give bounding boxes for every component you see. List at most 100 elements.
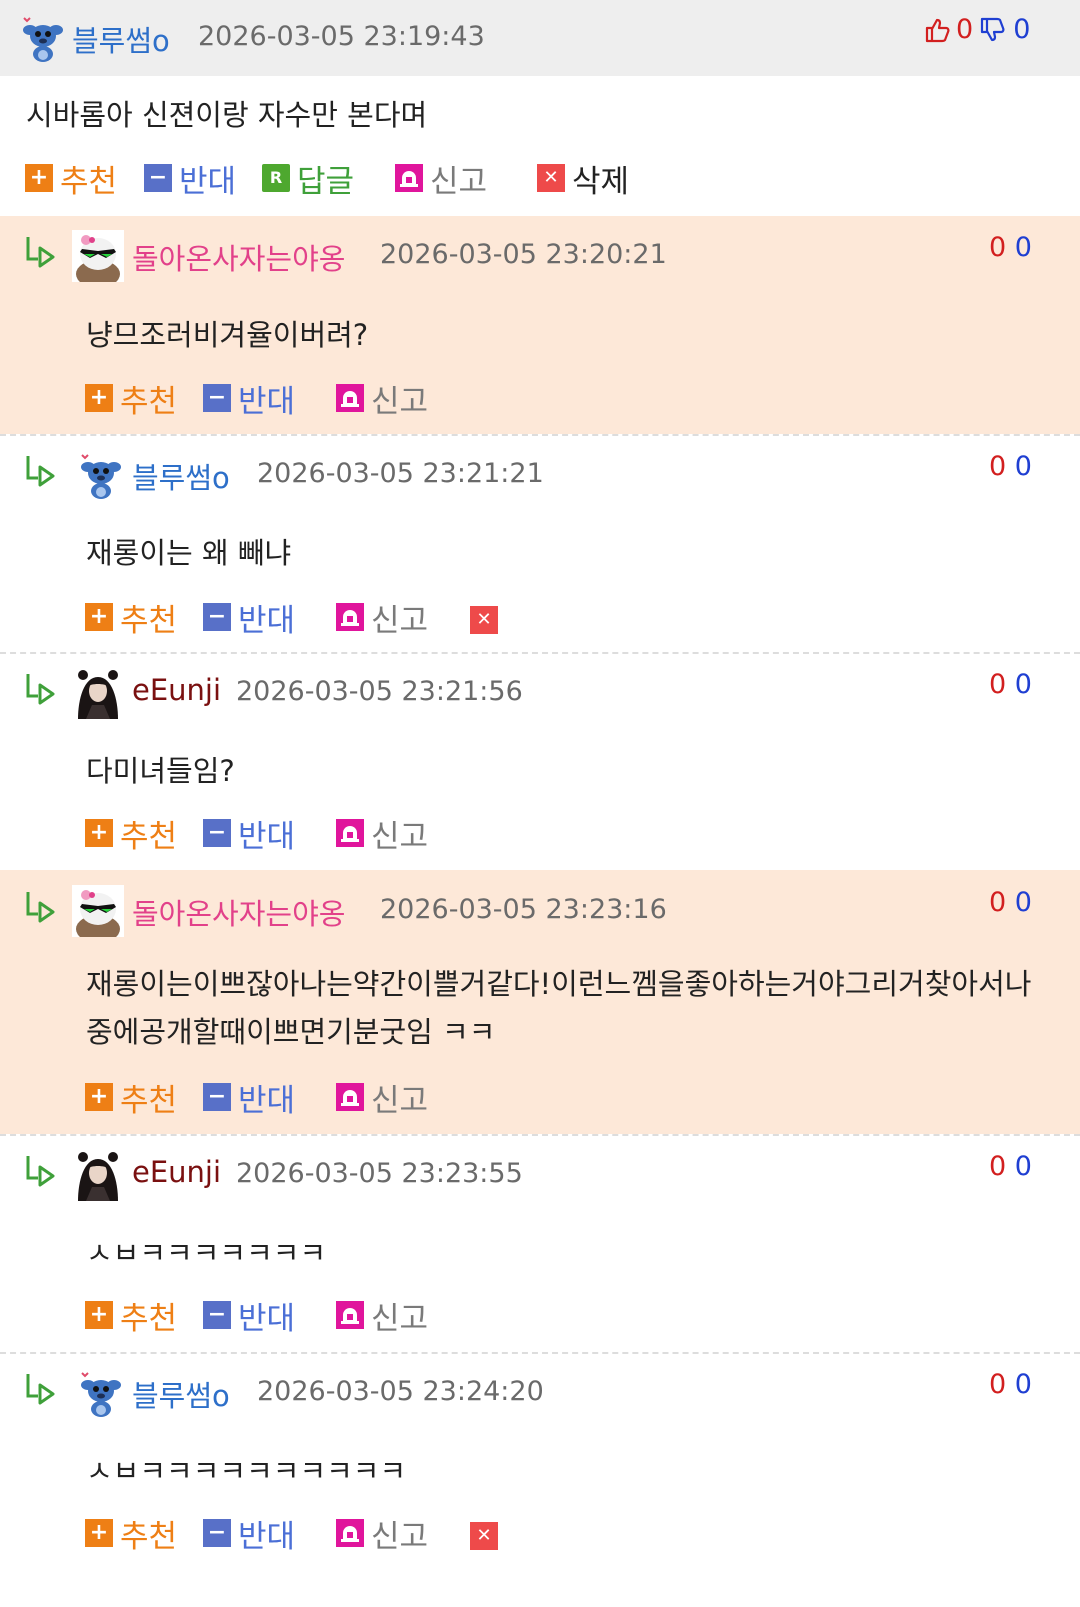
report-button[interactable]: 신고: [395, 158, 488, 200]
comment-delete-button[interactable]: ✕: [470, 1516, 505, 1556]
thumb-up-icon[interactable]: [924, 16, 952, 44]
siren-icon: [336, 819, 364, 847]
comment-report-button[interactable]: 신고: [336, 1077, 429, 1119]
reply-button[interactable]: R 답글: [262, 158, 355, 200]
cat-sunglasses-avatar-icon[interactable]: [72, 230, 124, 282]
report-label: 신고: [371, 602, 429, 639]
comment-text: ㅅㅂㅋㅋㅋㅋㅋㅋㅋ: [86, 1236, 327, 1270]
minus-icon: −: [203, 1301, 231, 1329]
oppose-label: 반대: [238, 1518, 296, 1555]
plus-icon: +: [85, 603, 113, 631]
comment-author[interactable]: 블루썸o: [132, 1373, 230, 1415]
girl-avatar-icon[interactable]: [72, 667, 124, 719]
comment-votes: 0 0: [989, 1369, 1032, 1400]
close-icon: ✕: [537, 164, 565, 192]
comment-down-count[interactable]: 0: [1015, 1151, 1032, 1182]
comment-time: 2026-03-05 23:24:20: [257, 1376, 544, 1407]
comment-author[interactable]: eEunji: [132, 673, 221, 707]
comment-recommend-button[interactable]: + 추천: [85, 378, 178, 420]
comment-oppose-button[interactable]: − 반대: [203, 1077, 296, 1119]
comment-report-button[interactable]: 신고: [336, 378, 428, 420]
report-label: 신고: [371, 1300, 429, 1337]
cat-sunglasses-avatar-icon[interactable]: [72, 885, 124, 937]
comment-report-button[interactable]: 신고: [336, 813, 429, 855]
comment-up-count[interactable]: 0: [989, 451, 1006, 482]
recommend-label: 추천: [120, 383, 178, 420]
comment-recommend-button[interactable]: + 추천: [85, 597, 177, 639]
comment-oppose-button[interactable]: − 반대: [203, 813, 295, 855]
comment-report-button[interactable]: 신고: [336, 1513, 429, 1555]
recommend-label: 추천: [120, 1300, 178, 1337]
reply-arrow-icon: [26, 237, 55, 268]
comment-report-button[interactable]: 신고: [336, 597, 429, 639]
comment-oppose-button[interactable]: − 반대: [203, 378, 296, 420]
comment-report-button[interactable]: 신고: [336, 1295, 429, 1337]
comment-down-count[interactable]: 0: [1015, 887, 1032, 918]
report-label: 신고: [430, 163, 488, 200]
oppose-label: 반대: [179, 163, 237, 200]
comment-votes: 0 0: [989, 1151, 1032, 1182]
plus-icon: +: [25, 164, 53, 192]
reply-label: 답글: [297, 163, 355, 200]
close-icon: ✕: [470, 606, 498, 634]
comment-down-count[interactable]: 0: [1015, 232, 1032, 263]
comment-votes: 0 0: [989, 669, 1032, 700]
comment-oppose-button[interactable]: − 반대: [203, 1513, 296, 1555]
oppose-label: 반대: [238, 602, 296, 639]
stitch-avatar-icon[interactable]: [76, 1367, 128, 1419]
thumb-down-icon[interactable]: [979, 16, 1007, 44]
oppose-label: 반대: [238, 383, 296, 420]
comment-time: 2026-03-05 23:21:56: [236, 676, 523, 707]
reply-arrow-icon: [26, 1156, 55, 1187]
comment-recommend-button[interactable]: + 추천: [85, 1513, 178, 1555]
plus-icon: +: [85, 1083, 113, 1111]
comment-author[interactable]: 블루썸o: [132, 455, 230, 497]
report-label: 신고: [371, 1082, 429, 1119]
comment-text: 재롱이는 왜 빼냐: [86, 536, 292, 570]
oppose-button[interactable]: − 반대: [144, 158, 237, 200]
comment-down-count[interactable]: 0: [1015, 669, 1032, 700]
minus-icon: −: [144, 164, 172, 192]
comment-down-count[interactable]: 0: [1015, 1369, 1032, 1400]
report-label: 신고: [371, 1518, 429, 1555]
comment-divider: [0, 1352, 1080, 1354]
siren-icon: [336, 603, 364, 631]
comment-up-count[interactable]: 0: [989, 232, 1006, 263]
comment-author[interactable]: 돌아온사자는야옹: [132, 891, 345, 933]
comment-oppose-button[interactable]: − 반대: [203, 1295, 296, 1337]
post-author[interactable]: 블루썸o: [72, 18, 170, 60]
post-time: 2026-03-05 23:19:43: [198, 21, 485, 52]
comment-recommend-button[interactable]: + 추천: [85, 1077, 177, 1119]
comment-up-count[interactable]: 0: [989, 1151, 1006, 1182]
post-dislike-count: 0: [1013, 14, 1031, 45]
comment-text: ㅅㅂㅋㅋㅋㅋㅋㅋㅋㅋㅋㅋ: [86, 1454, 407, 1488]
girl-avatar-icon[interactable]: [72, 1149, 124, 1201]
comment-up-count[interactable]: 0: [989, 887, 1006, 918]
comment-up-count[interactable]: 0: [989, 669, 1006, 700]
report-label: 신고: [371, 818, 429, 855]
delete-button[interactable]: ✕ 삭제: [537, 158, 629, 200]
post-votes: 0 0: [924, 14, 1030, 45]
comment-recommend-button[interactable]: + 추천: [85, 1295, 178, 1337]
siren-icon: [395, 164, 423, 192]
oppose-label: 반대: [238, 1300, 296, 1337]
siren-icon: [336, 384, 364, 412]
comment-oppose-button[interactable]: − 반대: [203, 597, 296, 639]
comment-author[interactable]: eEunji: [132, 1155, 221, 1189]
minus-icon: −: [203, 819, 231, 847]
reply-arrow-icon: [26, 892, 55, 923]
comment-up-count[interactable]: 0: [989, 1369, 1006, 1400]
comment-down-count[interactable]: 0: [1015, 451, 1032, 482]
comment-delete-button[interactable]: ✕: [470, 600, 505, 640]
oppose-label: 반대: [238, 1082, 296, 1119]
recommend-button[interactable]: + 추천: [25, 158, 117, 200]
reply-icon: R: [262, 164, 290, 192]
post-text: 시바롬아 신젼이랑 자수만 본다며: [26, 98, 428, 132]
stitch-avatar-icon[interactable]: [18, 12, 70, 64]
comment-time: 2026-03-05 23:23:55: [236, 1158, 523, 1189]
recommend-label: 추천: [120, 1518, 178, 1555]
close-icon: ✕: [470, 1522, 498, 1550]
comment-author[interactable]: 돌아온사자는야옹: [132, 236, 345, 278]
stitch-avatar-icon[interactable]: [76, 449, 128, 501]
comment-recommend-button[interactable]: + 추천: [85, 813, 177, 855]
